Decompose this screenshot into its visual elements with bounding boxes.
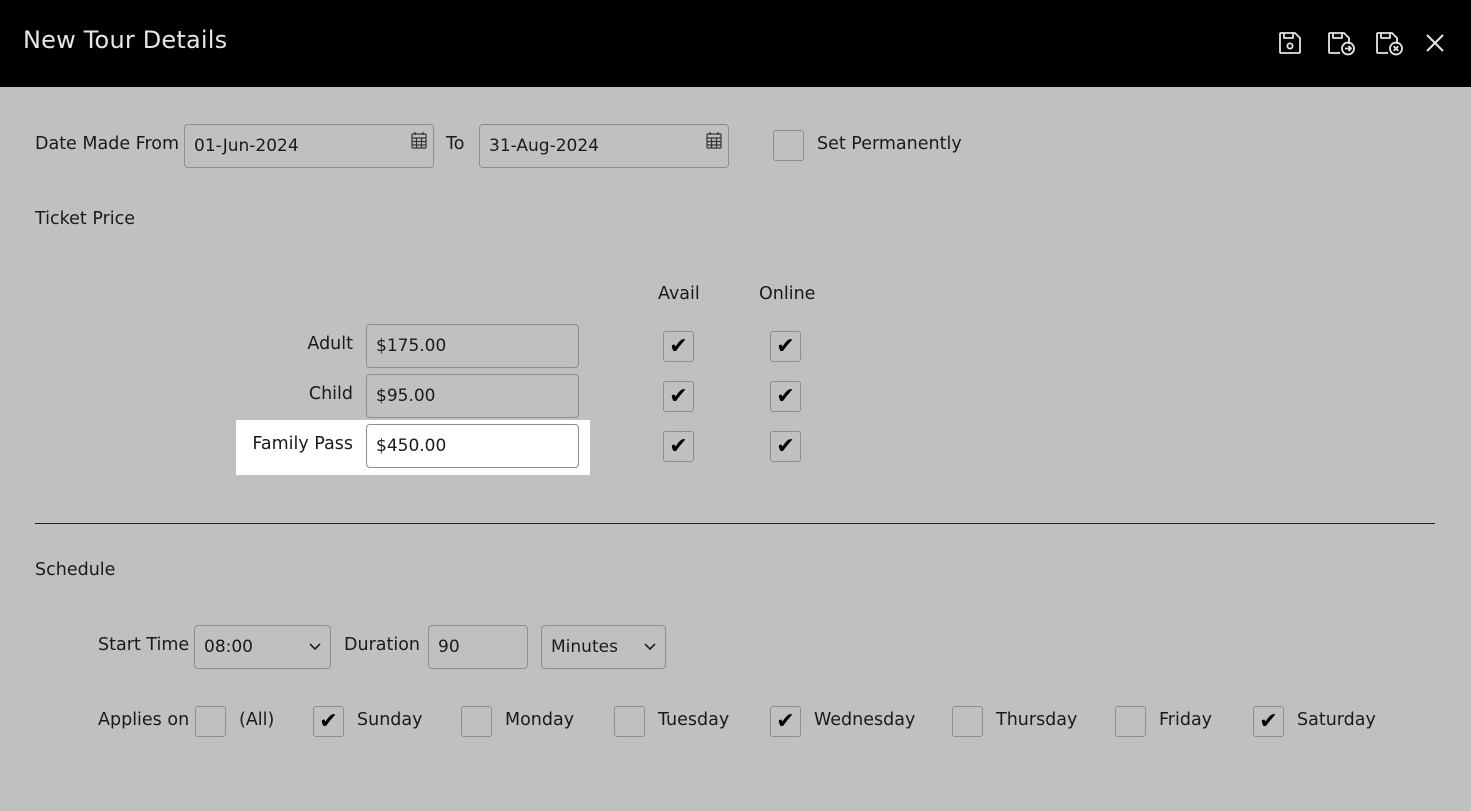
day-tuesday-label: Tuesday [658,710,730,730]
day-all-checkbox[interactable]: ✔ [195,706,226,737]
day-saturday-label: Saturday [1297,710,1376,730]
adult-online-checkbox[interactable]: ✔ [770,331,801,362]
set-permanently-label: Set Permanently [817,134,962,154]
check-icon: ✔ [776,333,795,359]
day-friday-checkbox[interactable]: ✔ [1115,706,1146,737]
child-label: Child [308,384,353,404]
family-pass-avail-checkbox[interactable]: ✔ [663,431,694,462]
child-avail-checkbox[interactable]: ✔ [663,381,694,412]
check-icon: ✔ [669,333,688,359]
day-monday-label: Monday [505,710,575,730]
save-button[interactable] [1275,28,1305,58]
child-online-checkbox[interactable]: ✔ [770,381,801,412]
save-and-close-icon [1376,32,1403,56]
day-sunday-label: Sunday [357,710,423,730]
day-all-label: (All) [239,710,275,730]
save-and-new-button[interactable] [1325,28,1359,58]
set-permanently-checkbox[interactable]: ✔ [773,130,804,161]
family-pass-label: Family Pass [252,434,353,454]
page-title: New Tour Details [23,26,228,54]
child-price-value: $95.00 [376,386,436,406]
check-icon: ✔ [776,708,795,734]
chevron-down-icon [644,643,656,651]
duration-input[interactable]: 90 [428,625,528,669]
start-time-label: Start Time [98,635,190,655]
check-icon: ✔ [669,383,688,409]
calendar-icon[interactable] [706,131,722,149]
date-to-field[interactable]: 31-Aug-2024 [479,124,729,168]
day-saturday-checkbox[interactable]: ✔ [1253,706,1284,737]
date-from-value: 01-Jun-2024 [194,136,299,156]
save-and-close-button[interactable] [1373,28,1407,58]
day-sunday-checkbox[interactable]: ✔ [313,706,344,737]
to-label: To [446,134,465,154]
duration-unit-value: Minutes [551,637,618,657]
date-made-from-label: Date Made From [35,134,180,154]
save-icon [1279,32,1301,54]
close-button[interactable] [1420,28,1450,58]
chevron-down-icon [309,643,321,651]
day-friday-label: Friday [1159,710,1213,730]
check-icon: ✔ [669,433,688,459]
day-wednesday-checkbox[interactable]: ✔ [770,706,801,737]
check-icon: ✔ [1259,708,1278,734]
child-price-input[interactable]: $95.00 [366,374,579,418]
section-divider [35,523,1435,524]
adult-price-input[interactable]: $175.00 [366,324,579,368]
day-monday-checkbox[interactable]: ✔ [461,706,492,737]
adult-avail-checkbox[interactable]: ✔ [663,331,694,362]
applies-on-label: Applies on [98,710,190,730]
check-icon: ✔ [776,433,795,459]
duration-label: Duration [344,635,421,655]
date-from-field[interactable]: 01-Jun-2024 [184,124,434,168]
start-time-select[interactable]: 08:00 [194,625,331,669]
adult-price-value: $175.00 [376,336,447,356]
day-tuesday-checkbox[interactable]: ✔ [614,706,645,737]
start-time-value: 08:00 [204,637,253,657]
day-wednesday-label: Wednesday [814,710,916,730]
ticket-price-heading: Ticket Price [35,209,136,229]
adult-label: Adult [307,334,353,354]
day-thursday-label: Thursday [996,710,1078,730]
check-icon: ✔ [319,708,338,734]
online-column-header: Online [759,284,816,304]
duration-value: 90 [438,637,460,657]
header-bar: New Tour Details [0,0,1471,87]
day-thursday-checkbox[interactable]: ✔ [952,706,983,737]
avail-column-header: Avail [658,284,700,304]
schedule-heading: Schedule [35,560,116,580]
save-and-new-icon [1328,32,1355,56]
family-pass-price-value: $450.00 [376,436,447,456]
date-to-value: 31-Aug-2024 [489,136,599,156]
check-icon: ✔ [776,383,795,409]
close-icon [1426,34,1444,52]
duration-unit-select[interactable]: Minutes [541,625,666,669]
calendar-icon[interactable] [411,131,427,149]
family-pass-online-checkbox[interactable]: ✔ [770,431,801,462]
family-pass-price-input[interactable]: $450.00 [366,424,579,468]
